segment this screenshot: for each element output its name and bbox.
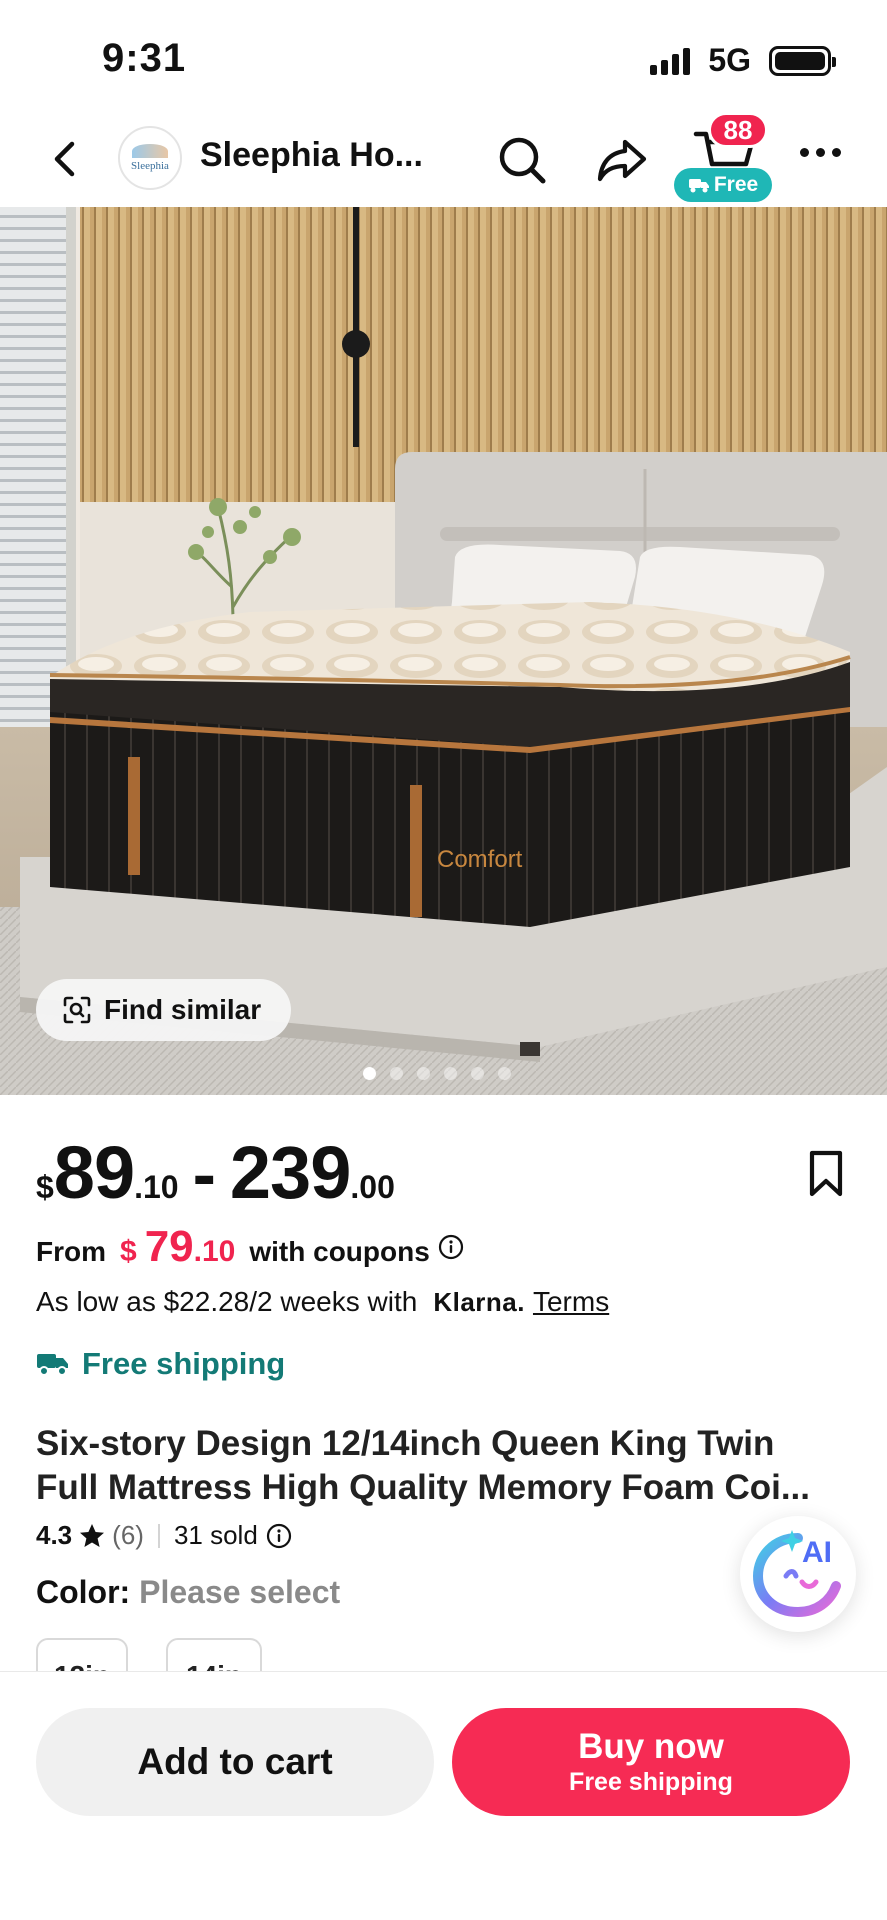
review-count: (6) <box>112 1520 144 1550</box>
truck-icon <box>37 1354 68 1376</box>
price-max-whole: 239 <box>229 1131 351 1214</box>
battery-icon <box>769 45 836 76</box>
carousel-dot[interactable] <box>389 1067 403 1080</box>
coupon-suffix: with coupons <box>249 1236 430 1267</box>
color-selector[interactable]: Color: Please select <box>36 1574 340 1611</box>
color-value: Please select <box>139 1574 341 1610</box>
carousel-dot[interactable] <box>470 1067 484 1080</box>
sold-count: 31 sold <box>173 1520 258 1550</box>
price-min-whole: 89 <box>53 1131 135 1214</box>
carousel-dot[interactable] <box>416 1067 430 1080</box>
size-chip-12in[interactable]: 12in <box>36 1638 128 1672</box>
price-max-decimal: .00 <box>350 1169 395 1205</box>
ai-label: AI <box>802 1536 832 1569</box>
status-time: 9:31 <box>102 36 187 80</box>
network-label: 5G <box>708 42 751 78</box>
bottom-action-bar: Add to cart Buy now Free shipping <box>0 1671 887 1920</box>
product-image-carousel[interactable]: Comfort Find similar <box>0 207 887 1095</box>
price-min-decimal: .10 <box>134 1169 179 1205</box>
klarna-logo: Klarna. <box>433 1286 525 1317</box>
more-options-icon[interactable] <box>800 148 841 157</box>
free-shipping-row[interactable]: Free shipping <box>36 1346 285 1382</box>
free-shipping-label: Free shipping <box>82 1346 286 1381</box>
cart-count-badge: 88 <box>708 112 768 148</box>
klarna-text: As low as $22.28/2 weeks with <box>36 1286 418 1317</box>
svg-text:Comfort: Comfort <box>437 846 523 873</box>
coupon-currency: $ <box>120 1235 137 1268</box>
coupon-prefix: From <box>36 1236 106 1267</box>
product-title-line: Full Mattress High Quality Memory Foam C… <box>36 1468 810 1507</box>
klarna-terms-link[interactable]: Terms <box>533 1286 609 1318</box>
status-indicators: 5G <box>650 42 836 79</box>
status-bar: 9:31 5G <box>0 0 887 118</box>
free-badge-label: Free <box>713 173 759 196</box>
free-shipping-badge: Free <box>674 168 772 202</box>
rating-score: 4.3 <box>36 1520 73 1550</box>
coupon-decimal: .10 <box>193 1235 236 1268</box>
store-name[interactable]: Sleephia Ho... <box>200 136 423 175</box>
carousel-indicator <box>0 1067 887 1080</box>
product-image: Comfort <box>0 207 887 1095</box>
size-chip-14in[interactable]: 14in <box>166 1638 262 1672</box>
ai-assistant-button[interactable]: AI <box>740 1516 856 1632</box>
store-logo-text: Sleephia <box>131 160 169 172</box>
info-icon[interactable] <box>438 1234 464 1260</box>
product-header: Sleephia Sleephia Ho... 88 Free <box>0 112 887 208</box>
divider <box>157 1523 160 1548</box>
price-range: $ 89 .10 - 239 .00 <box>36 1130 395 1215</box>
search-icon[interactable] <box>494 132 550 188</box>
share-icon[interactable] <box>594 132 650 188</box>
info-icon[interactable] <box>266 1523 292 1549</box>
store-logo[interactable]: Sleephia <box>118 126 182 190</box>
carousel-dot[interactable] <box>497 1067 511 1080</box>
buy-now-sublabel: Free shipping <box>569 1768 733 1796</box>
store-logo-mark <box>132 144 168 158</box>
size-options: 12in 14in <box>36 1638 262 1672</box>
coupon-price[interactable]: From $ 79 .10 with coupons <box>36 1222 464 1272</box>
rating-row[interactable]: 4.3 (6) 31 sold <box>36 1520 292 1551</box>
coupon-whole: 79 <box>144 1222 194 1271</box>
price-currency: $ <box>36 1169 54 1205</box>
buy-now-label: Buy now <box>578 1727 724 1766</box>
product-title-line: Six-story Design 12/14inch Queen King Tw… <box>36 1424 775 1463</box>
scan-icon <box>63 996 91 1024</box>
klarna-installments: As low as $22.28/2 weeks with Klarna. Te… <box>36 1286 609 1318</box>
carousel-dot[interactable] <box>443 1067 457 1080</box>
product-title[interactable]: Six-story Design 12/14inch Queen King Tw… <box>36 1422 856 1510</box>
star-icon <box>80 1523 105 1547</box>
find-similar-label: Find similar <box>104 994 262 1025</box>
add-to-cart-button[interactable]: Add to cart <box>36 1708 434 1816</box>
price-separator: - <box>192 1135 216 1213</box>
ai-assistant-icon <box>752 1530 841 1618</box>
color-label: Color: <box>36 1574 131 1610</box>
truck-icon <box>688 179 709 193</box>
find-similar-button[interactable]: Find similar <box>36 979 292 1041</box>
back-button[interactable] <box>42 134 92 184</box>
signal-icon <box>650 47 691 75</box>
carousel-dot[interactable] <box>362 1067 376 1080</box>
bookmark-icon[interactable] <box>802 1148 850 1200</box>
buy-now-button[interactable]: Buy now Free shipping <box>452 1708 850 1816</box>
